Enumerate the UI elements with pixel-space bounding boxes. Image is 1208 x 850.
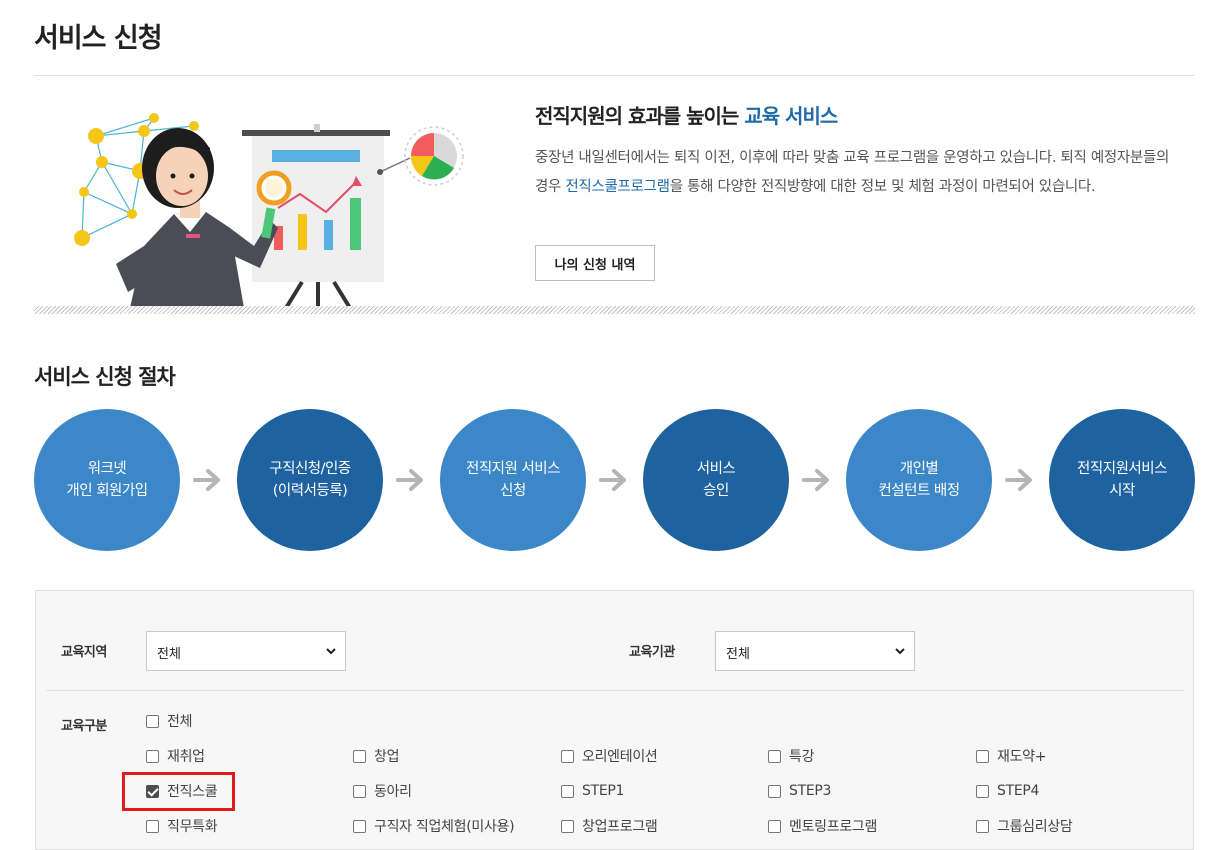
hero-heading-accent: 교육 서비스 bbox=[744, 104, 838, 128]
checkbox[interactable] bbox=[768, 784, 781, 798]
step-label: 구직신청/인증 (이력서등록) bbox=[269, 461, 351, 499]
checkbox[interactable] bbox=[353, 819, 366, 833]
hero-heading: 전직지원의 효과를 높이는 교육 서비스 bbox=[535, 100, 838, 129]
category-checkbox-step1[interactable]: STEP1 bbox=[561, 781, 624, 801]
checkbox[interactable] bbox=[976, 749, 989, 763]
checkbox[interactable] bbox=[146, 819, 159, 833]
checkbox-label: STEP4 bbox=[997, 783, 1040, 799]
checkbox-label: 전체 bbox=[167, 714, 193, 730]
step-label: 전직지원서비스 시작 bbox=[1077, 461, 1167, 499]
category-checkbox-orientation[interactable]: 오리엔테이션 bbox=[561, 746, 658, 766]
page-title: 서비스 신청 bbox=[34, 23, 163, 54]
checkbox-label: 특강 bbox=[789, 749, 815, 765]
checkbox-label: 그룹심리상담 bbox=[997, 819, 1073, 835]
checkbox-label: 동아리 bbox=[374, 784, 412, 800]
procedure-title: 서비스 신청 절차 bbox=[34, 365, 176, 389]
category-checkbox-reemployment[interactable]: 재취업 bbox=[146, 746, 205, 766]
category-checkbox-leap-plus[interactable]: 재도약+ bbox=[976, 746, 1046, 766]
checkbox[interactable] bbox=[353, 749, 366, 763]
institution-select-value: 전체 bbox=[726, 647, 750, 662]
category-checkbox-job-experience[interactable]: 구직자 직업체험(미사용) bbox=[353, 816, 515, 836]
chevron-down-icon bbox=[895, 648, 905, 655]
arrow-right-icon bbox=[802, 469, 829, 491]
hero-heading-text: 전직지원의 효과를 높이는 bbox=[535, 104, 745, 128]
region-label: 교육지역 bbox=[61, 645, 107, 660]
step-service-application: 전직지원 서비스 신청 bbox=[440, 409, 586, 551]
step-service-start: 전직지원서비스 시작 bbox=[1049, 409, 1195, 551]
arrow-right-icon bbox=[1005, 469, 1032, 491]
category-checkbox-group-counseling[interactable]: 그룹심리상담 bbox=[976, 816, 1073, 836]
checkbox[interactable] bbox=[561, 784, 574, 798]
checkbox-label: 창업프로그램 bbox=[582, 819, 658, 835]
arrow-right-icon bbox=[193, 469, 220, 491]
category-checkbox-startup-program[interactable]: 창업프로그램 bbox=[561, 816, 658, 836]
category-checkbox-step3[interactable]: STEP3 bbox=[768, 781, 831, 801]
arrow-right-icon bbox=[396, 469, 423, 491]
my-application-history-button[interactable]: 나의 신청 내역 bbox=[535, 245, 655, 281]
category-checkbox-step4[interactable]: STEP4 bbox=[976, 781, 1039, 801]
checkbox-checked[interactable] bbox=[146, 784, 159, 798]
checkbox-label: 멘토링프로그램 bbox=[789, 819, 878, 835]
filter-panel bbox=[35, 590, 1194, 850]
category-checkbox-mentoring-program[interactable]: 멘토링프로그램 bbox=[768, 816, 877, 836]
category-checkbox-career-school[interactable]: 전직스쿨 bbox=[146, 781, 218, 801]
hero-description-text-end: 을 통해 다양한 전직방향에 대한 정보 및 체험 과정이 마련되어 있습니다. bbox=[669, 179, 1096, 195]
step-job-registration: 구직신청/인증 (이력서등록) bbox=[237, 409, 383, 551]
checkbox[interactable] bbox=[146, 714, 159, 728]
checkbox-label: 재도약+ bbox=[997, 749, 1047, 765]
step-label: 워크넷 개인 회원가입 bbox=[66, 461, 148, 499]
hatch-divider bbox=[34, 306, 1195, 314]
institution-select[interactable]: 전체 bbox=[715, 631, 915, 671]
arrow-right-icon bbox=[599, 469, 626, 491]
category-checkbox-all[interactable]: 전체 bbox=[146, 711, 192, 731]
step-consultant-assignment: 개인별 컨설턴트 배정 bbox=[846, 409, 992, 551]
panel-divider bbox=[46, 690, 1184, 691]
checkbox[interactable] bbox=[976, 819, 989, 833]
checkbox[interactable] bbox=[976, 784, 989, 798]
checkbox[interactable] bbox=[768, 749, 781, 763]
step-approval: 서비스 승인 bbox=[643, 409, 789, 551]
checkbox-label: 창업 bbox=[374, 749, 400, 765]
step-label: 개인별 컨설턴트 배정 bbox=[878, 461, 960, 499]
checkbox-label: STEP3 bbox=[789, 783, 832, 799]
title-divider bbox=[34, 75, 1195, 76]
step-label: 서비스 승인 bbox=[696, 461, 736, 499]
checkbox[interactable] bbox=[768, 819, 781, 833]
checkbox-label: 오리엔테이션 bbox=[582, 749, 658, 765]
checkbox[interactable] bbox=[146, 749, 159, 763]
career-school-program-link[interactable]: 전직스쿨프로그램 bbox=[565, 179, 670, 195]
consultant-illustration bbox=[74, 113, 464, 308]
institution-label: 교육기관 bbox=[629, 645, 675, 660]
category-checkbox-club[interactable]: 동아리 bbox=[353, 781, 412, 801]
checkbox-label: STEP1 bbox=[582, 783, 625, 799]
category-checkbox-special-lecture[interactable]: 특강 bbox=[768, 746, 814, 766]
checkbox-label: 전직스쿨 bbox=[167, 784, 218, 800]
checkbox-label: 직무특화 bbox=[167, 819, 218, 835]
step-label: 전직지원 서비스 신청 bbox=[466, 461, 561, 499]
checkbox[interactable] bbox=[561, 749, 574, 763]
checkbox-label: 구직자 직업체험(미사용) bbox=[374, 819, 515, 835]
step-signup: 워크넷 개인 회원가입 bbox=[34, 409, 180, 551]
chevron-down-icon bbox=[326, 648, 336, 655]
checkbox-label: 재취업 bbox=[167, 749, 205, 765]
hero-description: 중장년 내일센터에서는 퇴직 이전, 이후에 따라 맞춤 교육 프로그램을 운영… bbox=[535, 144, 1185, 202]
category-checkbox-job-specialized[interactable]: 직무특화 bbox=[146, 816, 218, 836]
category-label: 교육구분 bbox=[61, 719, 107, 734]
category-checkbox-startup[interactable]: 창업 bbox=[353, 746, 399, 766]
region-select[interactable]: 전체 bbox=[146, 631, 346, 671]
checkbox[interactable] bbox=[561, 819, 574, 833]
checkbox[interactable] bbox=[353, 784, 366, 798]
region-select-value: 전체 bbox=[157, 647, 181, 662]
